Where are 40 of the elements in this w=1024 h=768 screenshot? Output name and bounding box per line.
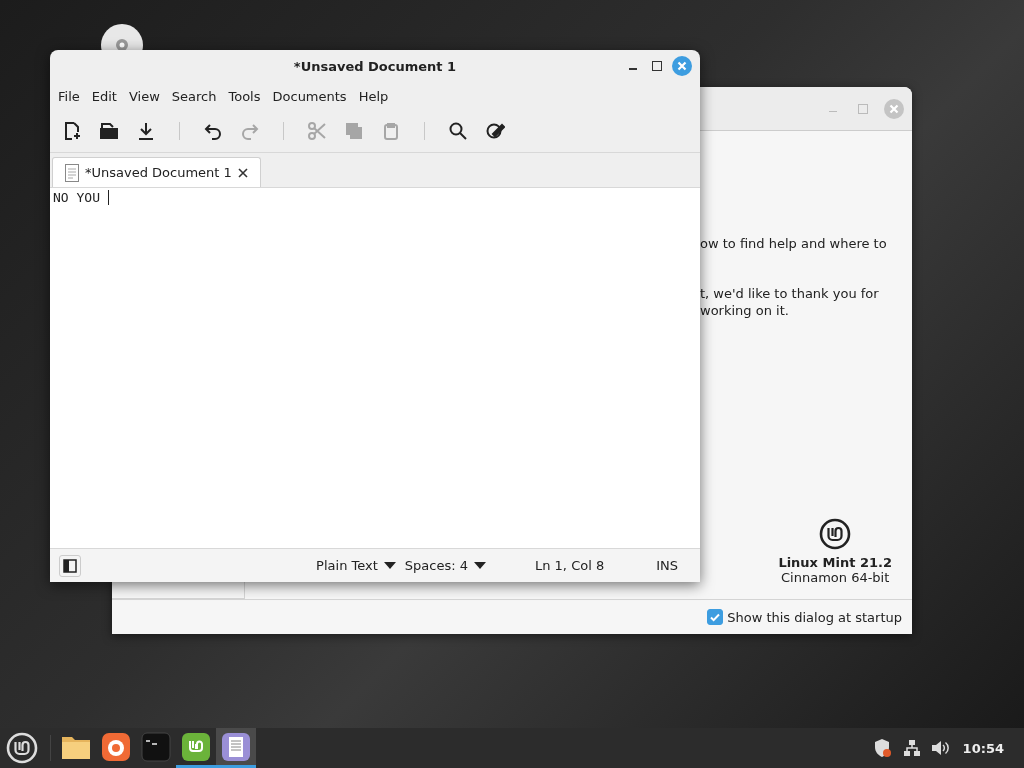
indent-dropdown[interactable]: Spaces: 4 bbox=[404, 558, 486, 573]
open-icon[interactable] bbox=[99, 121, 119, 141]
menu-item[interactable]: Documents bbox=[266, 88, 353, 104]
menu-item[interactable]: Tools bbox=[222, 88, 267, 104]
menu-item[interactable]: Search bbox=[165, 88, 223, 104]
startup-checkbox[interactable] bbox=[707, 609, 724, 625]
document-tab[interactable]: *Unsaved Document 1 bbox=[52, 157, 261, 187]
volume-icon[interactable] bbox=[930, 739, 949, 757]
menu-item[interactable]: File bbox=[52, 88, 86, 104]
cursor-position: Ln 1, Col 8 bbox=[535, 558, 605, 573]
window-title: *Unsaved Document 1 bbox=[293, 58, 457, 74]
close-button[interactable] bbox=[672, 56, 692, 76]
undo-icon[interactable] bbox=[203, 121, 223, 141]
download-icon[interactable] bbox=[136, 121, 156, 141]
insert-mode: INS bbox=[656, 558, 678, 573]
mint-logo-icon bbox=[819, 518, 852, 550]
network-icon[interactable] bbox=[902, 739, 921, 757]
pencil-icon[interactable] bbox=[485, 121, 505, 141]
document-icon bbox=[65, 163, 79, 182]
side-panel-icon[interactable] bbox=[59, 554, 81, 577]
checkbox-label: Show this dialog at startup bbox=[727, 609, 902, 625]
menu-item[interactable]: Edit bbox=[85, 88, 123, 104]
welcome-text: working on it. bbox=[700, 302, 790, 319]
menu-item[interactable]: View bbox=[122, 88, 166, 104]
menu-icon[interactable] bbox=[6, 732, 38, 764]
edition-label: Cinnamon 64-bit bbox=[781, 570, 890, 585]
text-editor-icon[interactable] bbox=[216, 728, 256, 768]
document-text[interactable]: NO YOU bbox=[53, 190, 108, 205]
clock[interactable]: 10:54 bbox=[962, 740, 1004, 756]
product-name: Linux Mint 21.2 bbox=[778, 555, 892, 570]
menu-item[interactable]: Help bbox=[352, 88, 395, 104]
close-icon[interactable] bbox=[237, 167, 248, 178]
caret-icon bbox=[474, 561, 486, 570]
language-dropdown[interactable]: Plain Text bbox=[316, 558, 396, 573]
welcome-text: t, we'd like to thank you for bbox=[700, 285, 880, 302]
welcome-text: ow to find help and where to bbox=[700, 235, 888, 252]
search-icon[interactable] bbox=[448, 121, 468, 141]
shield-icon[interactable] bbox=[872, 738, 893, 758]
new-document-icon[interactable] bbox=[62, 121, 82, 141]
caret-icon bbox=[383, 561, 396, 570]
